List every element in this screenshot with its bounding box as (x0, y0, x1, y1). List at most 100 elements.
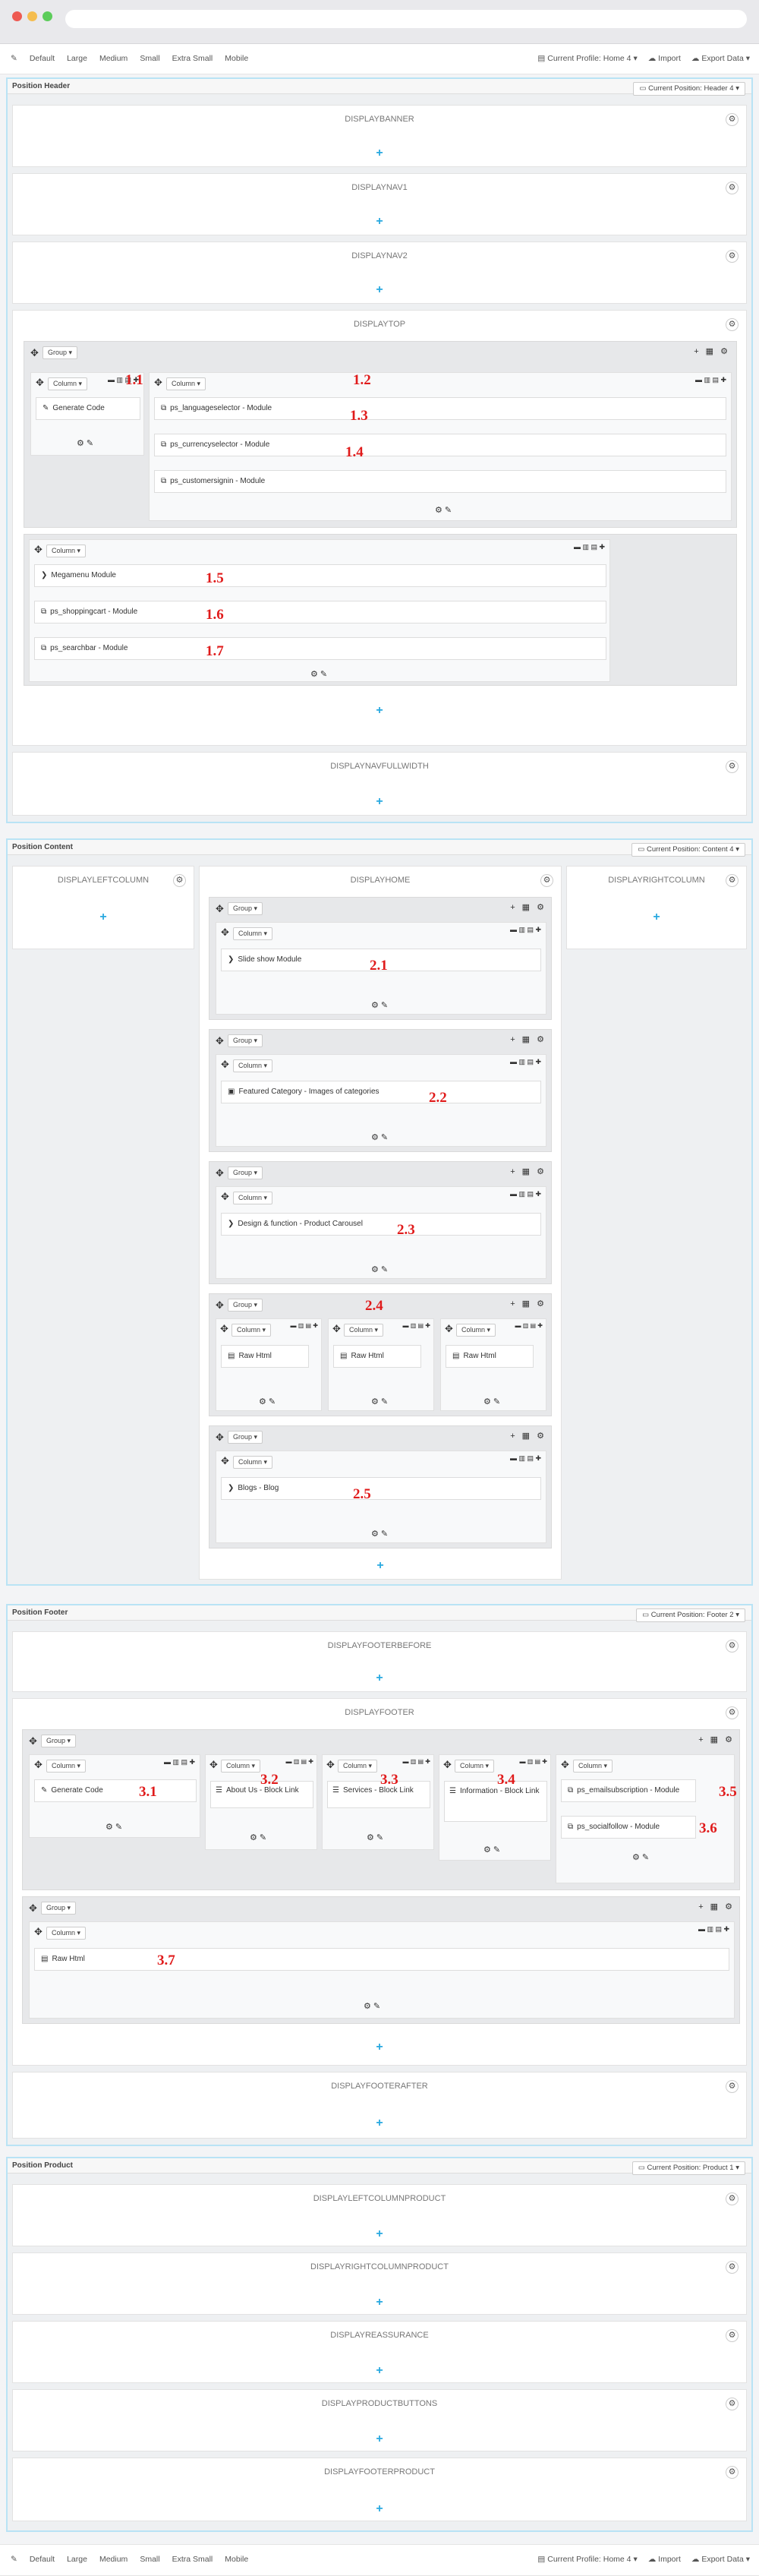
group-dropdown[interactable]: Group ▾ (41, 1902, 77, 1915)
group-dropdown[interactable]: Group ▾ (228, 902, 263, 915)
gear-icon[interactable]: ⚙ (726, 2466, 739, 2479)
module-raw-html[interactable]: ▤ Raw Html (34, 1948, 729, 1971)
module-ps-searchbar[interactable]: ⧉ ps_searchbar - Module (34, 637, 606, 660)
gear-icon[interactable]: ⚙ (726, 182, 739, 194)
move-icon[interactable]: ✥ (326, 1760, 335, 1770)
current-position-content-button[interactable]: ▭ Current Position: Content 4 ▾ (631, 843, 745, 857)
current-position-footer-button[interactable]: ▭ Current Position: Footer 2 ▾ (636, 1608, 745, 1622)
column-tools[interactable]: ▬ ▥ ▤ ✚ (510, 1454, 541, 1463)
move-icon[interactable]: ✥ (561, 1760, 569, 1770)
add-row-plus-icon[interactable]: + (13, 1672, 746, 1684)
column-tools[interactable]: ▬ ▥ ▤ ✚ (291, 1322, 319, 1329)
add-row-plus-icon[interactable]: + (13, 147, 746, 159)
gear-icon[interactable]: ⚙ (540, 874, 553, 887)
group-tools[interactable]: + ▦ ⚙ (698, 1902, 735, 1911)
module-ps-languageselector[interactable]: ⧉ ps_languageselector - Module (154, 397, 726, 420)
column-dropdown[interactable]: Column ▾ (573, 1760, 613, 1773)
move-icon[interactable]: ✥ (36, 377, 44, 388)
module-raw-html[interactable]: ▤ Raw Html (333, 1345, 421, 1368)
device-default[interactable]: Default (30, 54, 55, 63)
move-icon[interactable]: ✥ (34, 1760, 43, 1770)
pencil-icon[interactable]: ✎ (11, 2555, 17, 2564)
gear-icon[interactable]: ⚙ (726, 2192, 739, 2205)
group-dropdown[interactable]: Group ▾ (228, 1299, 263, 1312)
edit-icons[interactable]: ⚙ ✎ (367, 1833, 383, 1842)
group-tools[interactable]: + ▦ ⚙ (510, 902, 546, 912)
address-bar[interactable] (65, 10, 747, 28)
device-large[interactable]: Large (67, 54, 87, 63)
move-icon[interactable]: ✥ (216, 1300, 224, 1311)
move-icon[interactable]: ✥ (216, 1036, 224, 1046)
module-product-carousel[interactable]: ❯ Design & function - Product Carousel (221, 1213, 541, 1236)
group-dropdown[interactable]: Group ▾ (228, 1166, 263, 1179)
add-row-plus-icon[interactable]: + (13, 911, 194, 923)
add-row-plus-icon[interactable]: + (13, 216, 746, 228)
gear-icon[interactable]: ⚙ (726, 1640, 739, 1653)
edit-icons[interactable]: ⚙ ✎ (364, 2001, 380, 2011)
pencil-icon[interactable]: ✎ (11, 54, 17, 63)
column-tools[interactable]: ▬ ▥ ▤ ✚ (515, 1322, 543, 1329)
column-dropdown[interactable]: Column ▾ (166, 377, 206, 390)
device-extra-small[interactable]: Extra Small (172, 54, 213, 63)
edit-icons[interactable]: ⚙ ✎ (106, 1822, 122, 1832)
group-tools[interactable]: + ▦ ⚙ (510, 1034, 546, 1044)
move-icon[interactable]: ✥ (445, 1324, 453, 1334)
column-dropdown[interactable]: Column ▾ (233, 1059, 273, 1072)
group-tools[interactable]: + ▦ ⚙ (694, 346, 730, 356)
edit-icons[interactable]: ⚙ ✎ (483, 1397, 500, 1406)
column-tools[interactable]: ▬ ▥ ▤ ✚ (403, 1758, 431, 1765)
column-dropdown[interactable]: Column ▾ (46, 1927, 87, 1940)
edit-icons[interactable]: ⚙ ✎ (632, 1852, 649, 1862)
move-icon[interactable]: ✥ (216, 904, 224, 914)
device-extra-small[interactable]: Extra Small (172, 2555, 213, 2564)
column-dropdown[interactable]: Column ▾ (338, 1760, 378, 1773)
group-tools[interactable]: + ▦ ⚙ (510, 1166, 546, 1176)
group-dropdown[interactable]: Group ▾ (228, 1034, 263, 1047)
edit-icons[interactable]: ⚙ ✎ (371, 1264, 388, 1274)
column-dropdown[interactable]: Column ▾ (344, 1324, 384, 1337)
column-tools[interactable]: ▬ ▥ ▤ ✚ (520, 1758, 548, 1765)
column-dropdown[interactable]: Column ▾ (48, 377, 88, 390)
column-dropdown[interactable]: Column ▾ (456, 1324, 496, 1337)
device-mobile[interactable]: Mobile (225, 2555, 248, 2564)
column-dropdown[interactable]: Column ▾ (231, 1324, 272, 1337)
module-information-block-link[interactable]: ☰ Information - Block Link (444, 1781, 547, 1822)
module-ps-shoppingcart[interactable]: ⧉ ps_shoppingcart - Module (34, 601, 606, 623)
module-featured-category[interactable]: ▣ Featured Category - Images of categorie… (221, 1081, 541, 1103)
move-icon[interactable]: ✥ (30, 348, 39, 358)
device-default[interactable]: Default (30, 2555, 55, 2564)
move-icon[interactable]: ✥ (209, 1760, 218, 1770)
current-profile-button[interactable]: ▤ Current Profile: Home 4 ▾ (537, 54, 637, 63)
move-icon[interactable]: ✥ (34, 545, 43, 555)
device-large[interactable]: Large (67, 2555, 87, 2564)
gear-icon[interactable]: ⚙ (726, 760, 739, 773)
move-icon[interactable]: ✥ (443, 1760, 452, 1770)
edit-icons[interactable]: ⚙ ✎ (250, 1833, 266, 1842)
export-data-button[interactable]: ☁ Export Data ▾ (691, 2555, 750, 2564)
group-tools[interactable]: + ▦ ⚙ (510, 1299, 546, 1309)
edit-icons[interactable]: ⚙ ✎ (371, 1529, 388, 1539)
add-row-plus-icon[interactable]: + (13, 796, 746, 808)
move-icon[interactable]: ✥ (332, 1324, 341, 1334)
column-dropdown[interactable]: Column ▾ (221, 1760, 261, 1773)
column-tools[interactable]: ▬ ▥ ▤ ✚ (510, 926, 541, 934)
close-window-icon[interactable] (12, 11, 22, 21)
device-small[interactable]: Small (140, 54, 159, 63)
edit-icons[interactable]: ⚙ ✎ (310, 669, 327, 679)
add-row-plus-icon[interactable]: + (567, 911, 746, 923)
move-icon[interactable]: ✥ (221, 1192, 229, 1202)
column-tools[interactable]: ▬ ▥ ▤ ✚ (695, 376, 726, 384)
move-icon[interactable]: ✥ (221, 1456, 229, 1466)
device-medium[interactable]: Medium (99, 54, 128, 63)
add-row-plus-icon[interactable]: + (13, 2297, 746, 2309)
column-tools[interactable]: ▬ ▥ ▤ ✚ (403, 1322, 431, 1329)
import-button[interactable]: ☁ Import (648, 2555, 681, 2564)
module-generate-code[interactable]: ✎ Generate Code (36, 397, 140, 420)
gear-icon[interactable]: ⚙ (726, 318, 739, 331)
gear-icon[interactable]: ⚙ (726, 2398, 739, 2410)
edit-icons[interactable]: ⚙ ✎ (371, 1132, 388, 1142)
module-ps-socialfollow[interactable]: ⧉ ps_socialfollow - Module (561, 1816, 696, 1839)
edit-icons[interactable]: ⚙ ✎ (259, 1397, 276, 1406)
add-row-plus-icon[interactable]: + (13, 2228, 746, 2240)
add-row-plus-icon[interactable]: + (200, 1560, 561, 1572)
